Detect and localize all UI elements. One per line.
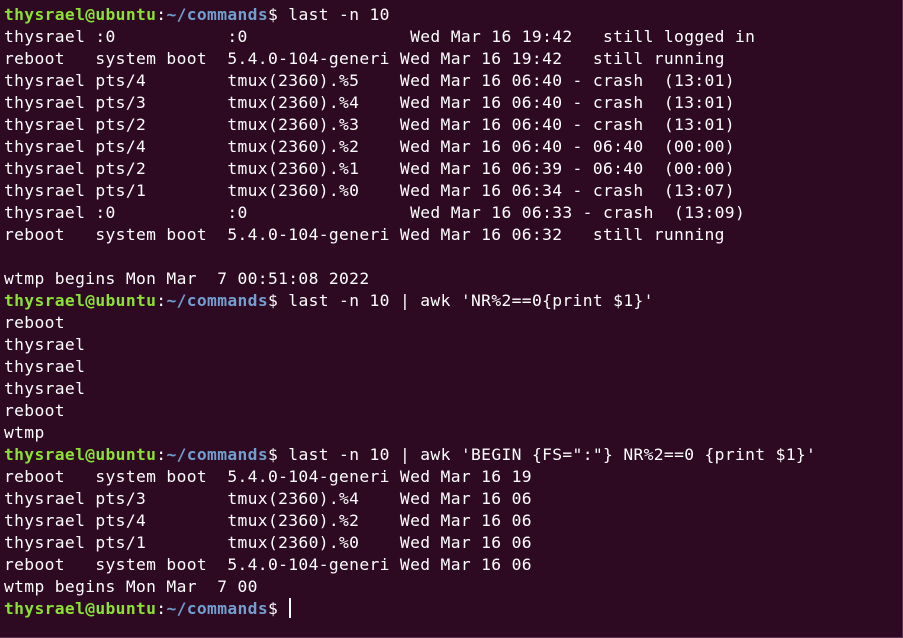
prompt-colon: : — [156, 445, 167, 464]
prompt-colon: : — [156, 5, 167, 24]
prompt-symbol: $ — [267, 445, 289, 464]
output-line: thysrael :0 :0 Wed Mar 16 06:33 - crash … — [4, 203, 746, 222]
command-text: last -n 10 | awk 'BEGIN {FS=":"} NR%2==0… — [288, 445, 817, 464]
output-line: reboot system boot 5.4.0-104-generi Wed … — [4, 555, 532, 574]
prompt-symbol: $ — [267, 291, 289, 310]
active-prompt-line[interactable]: thysrael@ubuntu:~/commands$ — [4, 598, 902, 620]
output-line: thysrael pts/4 tmux(2360).%5 Wed Mar 16 … — [4, 71, 735, 90]
command-text: last -n 10 | awk 'NR%2==0{print $1}' — [288, 291, 654, 310]
prompt-user-host: thysrael@ubuntu — [4, 445, 157, 464]
output-line: reboot system boot 5.4.0-104-generi Wed … — [4, 49, 725, 68]
output-line: wtmp begins Mon Mar 7 00 — [4, 577, 258, 596]
prompt-line: thysrael@ubuntu:~/commands$ last -n 10 |… — [4, 290, 902, 312]
output-line: thysrael pts/4 tmux(2360).%2 Wed Mar 16 … — [4, 511, 532, 530]
output-line: thysrael pts/3 tmux(2360).%4 Wed Mar 16 … — [4, 489, 532, 508]
prompt-path: ~/commands — [166, 445, 268, 464]
output-line: reboot system boot 5.4.0-104-generi Wed … — [4, 467, 532, 486]
prompt-line: thysrael@ubuntu:~/commands$ last -n 10 |… — [4, 444, 902, 466]
command-text: last -n 10 — [288, 5, 390, 24]
prompt-path: ~/commands — [166, 5, 268, 24]
output-line: thysrael pts/1 tmux(2360).%0 Wed Mar 16 … — [4, 181, 735, 200]
output-line: thysrael — [4, 357, 86, 376]
prompt-line: thysrael@ubuntu:~/commands$ last -n 10 — [4, 4, 902, 26]
prompt-symbol: $ — [267, 599, 289, 618]
output-line: thysrael :0 :0 Wed Mar 16 19:42 still lo… — [4, 27, 756, 46]
prompt-user-host: thysrael@ubuntu — [4, 599, 157, 618]
output-line: thysrael — [4, 379, 86, 398]
prompt-user-host: thysrael@ubuntu — [4, 5, 157, 24]
prompt-path: ~/commands — [166, 599, 268, 618]
prompt-path: ~/commands — [166, 291, 268, 310]
prompt-colon: : — [156, 599, 167, 618]
prompt-user-host: thysrael@ubuntu — [4, 291, 157, 310]
output-line: thysrael pts/1 tmux(2360).%0 Wed Mar 16 … — [4, 533, 532, 552]
output-line: thysrael pts/4 tmux(2360).%2 Wed Mar 16 … — [4, 137, 735, 156]
output-line: reboot — [4, 313, 65, 332]
output-line: thysrael pts/3 tmux(2360).%4 Wed Mar 16 … — [4, 93, 735, 112]
output-line: thysrael pts/2 tmux(2360).%1 Wed Mar 16 … — [4, 159, 735, 178]
text-cursor — [289, 598, 291, 618]
output-line: thysrael pts/2 tmux(2360).%3 Wed Mar 16 … — [4, 115, 735, 134]
output-line: reboot — [4, 401, 65, 420]
prompt-colon: : — [156, 291, 167, 310]
output-line: wtmp — [4, 423, 45, 442]
output-line: wtmp begins Mon Mar 7 00:51:08 2022 — [4, 269, 370, 288]
terminal-window[interactable]: thysrael@ubuntu:~/commands$ last -n 10 t… — [0, 0, 903, 638]
output-line: reboot system boot 5.4.0-104-generi Wed … — [4, 225, 725, 244]
prompt-symbol: $ — [267, 5, 289, 24]
output-line: thysrael — [4, 335, 86, 354]
